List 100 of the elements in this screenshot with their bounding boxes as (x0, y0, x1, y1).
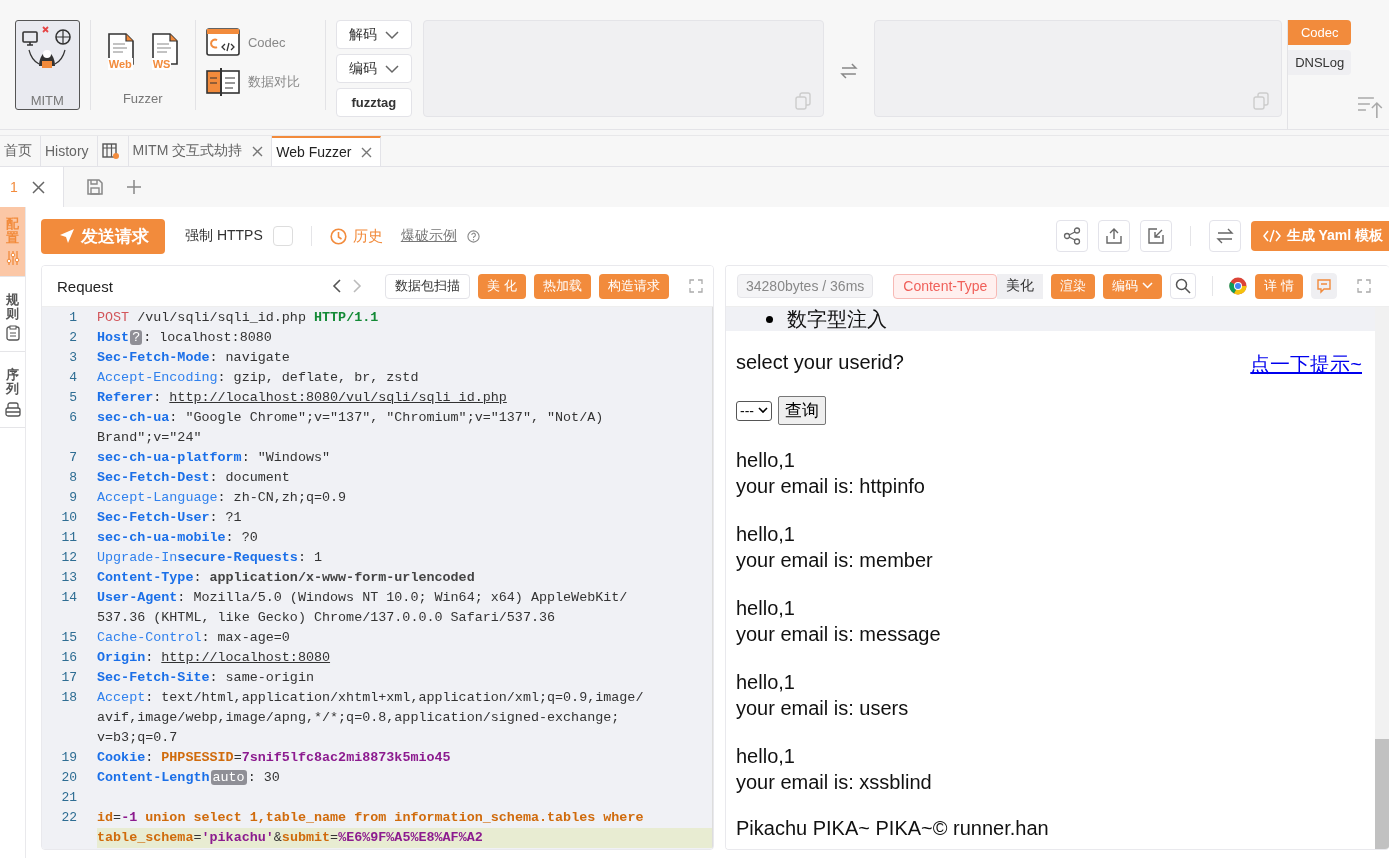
line-number: 21 (60, 789, 78, 807)
code-line: Origin: http://localhost:8080 (97, 650, 331, 665)
fuzzer-label: Fuzzer (122, 91, 163, 106)
code-line: Accept: text/html,application/xhtml+xml,application/xml;q=0.9,image/ (97, 690, 644, 705)
greeting-text: hello,1 (736, 522, 796, 547)
chevron-left-icon[interactable] (331, 278, 344, 294)
tab[interactable]: History (41, 136, 98, 166)
email-text: your email is: member (736, 548, 934, 573)
code-line: Sec-Fetch-Dest: document (97, 470, 290, 485)
tool-item[interactable]: 数据对比 (205, 68, 316, 96)
codec-button[interactable]: fuzztag (336, 88, 412, 117)
request-action-button[interactable]: 美 化 (478, 273, 526, 299)
mitm-tool[interactable]: MITM (15, 20, 80, 110)
encoding-dropdown[interactable]: 编码 (1103, 273, 1163, 299)
code-line: Sec-Fetch-Site: same-origin (97, 670, 314, 685)
swap-icon[interactable] (840, 62, 859, 80)
tab[interactable]: 首页 (0, 136, 41, 166)
help-icon[interactable] (466, 229, 480, 243)
line-number: 20 (60, 769, 78, 787)
side-panel-tab[interactable]: 规则 (0, 282, 25, 353)
close-icon[interactable] (361, 146, 373, 158)
code-line: sec-ch-ua-mobile: ?0 (97, 530, 258, 545)
https-label: 强制 HTTPS (185, 227, 263, 245)
codec-button[interactable]: 编码 (336, 54, 412, 83)
response-action-button[interactable]: 渲染 (1051, 273, 1096, 299)
import-button[interactable] (1139, 220, 1172, 252)
close-icon[interactable] (252, 145, 264, 157)
response-action-button[interactable]: 美化 (997, 273, 1044, 299)
code-line: Content-Type: application/x-www-form-urlencoded (97, 570, 475, 585)
save-icon[interactable] (86, 178, 104, 196)
fullscreen-icon[interactable] (689, 279, 703, 293)
codec-button[interactable]: 解码 (336, 20, 412, 49)
export-button[interactable] (1097, 220, 1130, 252)
userid-select[interactable]: --- (736, 400, 772, 421)
details-button[interactable]: 详 情 (1255, 273, 1303, 299)
generate-yaml-button[interactable]: 生成 Yaml 模板 (1250, 221, 1389, 251)
search-button[interactable] (1170, 273, 1197, 299)
paper-plane-icon (59, 228, 75, 244)
request-action-button[interactable]: 构造请求 (599, 273, 669, 299)
line-number: 11 (60, 529, 78, 547)
line-number: 8 (68, 469, 78, 487)
swap-button[interactable] (1208, 220, 1241, 252)
example-link[interactable]: 爆破示例 (400, 227, 457, 245)
email-text: your email is: users (736, 696, 910, 721)
chevron-down-icon (1142, 282, 1154, 290)
greeting-text: hello,1 (736, 596, 796, 621)
line-number: 22 (60, 809, 78, 827)
https-checkbox[interactable] (272, 226, 293, 246)
prompt-text: select your userid? (736, 351, 904, 375)
code-icon (1262, 229, 1281, 243)
code-line: v=b3;q=0.7 (97, 730, 178, 745)
send-request-button[interactable]: 发送请求 (41, 218, 165, 254)
close-icon[interactable] (31, 180, 45, 194)
clipboard-icon (5, 325, 20, 342)
code-line: Referer: http://localhost:8080/vul/sqli/sqli_id.php (97, 390, 507, 405)
line-number: 5 (68, 389, 78, 407)
request-action-button[interactable]: 数据包扫描 (385, 273, 471, 299)
code-line: 537.36 (KHTML, like Gecko) Chrome/137.0.0.0 Safari/537.36 (97, 610, 556, 625)
add-icon[interactable] (126, 179, 142, 195)
share-button[interactable] (1055, 220, 1088, 252)
side-panel-tab[interactable]: 序列 (0, 358, 25, 428)
hint-link[interactable]: 点一下提示~ (1250, 351, 1362, 378)
scrollbar[interactable] (1375, 307, 1389, 849)
side-tab[interactable]: DNSLog (1288, 50, 1352, 75)
line-number: 15 (60, 629, 78, 647)
code-line: POST /vul/sqli/sqli_id.php HTTP/1.1 (97, 310, 379, 325)
code-line: Sec-Fetch-User: ?1 (97, 510, 242, 525)
comment-button[interactable] (1311, 273, 1337, 299)
line-number: 4 (68, 369, 78, 387)
input-area[interactable] (422, 20, 825, 117)
code-line: Host ? : localhost:8080 (97, 330, 272, 345)
tool-item[interactable]: Codec (205, 28, 316, 56)
response-action-button[interactable]: Content-Type (893, 273, 998, 299)
request-action-button[interactable]: 热加载 (534, 273, 591, 299)
search-icon (1175, 278, 1192, 294)
line-number: 6 (68, 409, 78, 427)
side-tab[interactable]: Codec (1288, 20, 1352, 45)
code-line: User-Agent: Mozilla/5.0 (Windows NT 10.0; Win64; x64) AppleWebKit/ (97, 590, 628, 605)
tab[interactable]: Web Fuzzer (272, 136, 382, 166)
query-button[interactable]: 查询 (778, 396, 826, 425)
history-button[interactable]: 历史 (329, 226, 383, 246)
share-icon (1062, 227, 1081, 245)
comment-icon (1316, 278, 1332, 294)
chevron-right-icon[interactable] (351, 278, 364, 294)
code-line: Content-Length auto : 30 (97, 770, 280, 785)
line-number: 19 (60, 749, 78, 767)
fullscreen-icon[interactable] (1357, 279, 1371, 293)
download-icon (1146, 227, 1165, 245)
email-text: your email is: httpinfo (736, 474, 926, 499)
sort-icon[interactable] (1357, 95, 1383, 119)
code-line: Cache-Control: max-age=0 (97, 630, 290, 645)
line-number: 9 (68, 489, 78, 507)
chevron-down-icon (758, 407, 768, 414)
response-stats: 34280bytes / 36ms (737, 274, 874, 298)
browser-icon[interactable] (1229, 277, 1248, 295)
fuzzer-tab[interactable]: 1 (0, 167, 64, 207)
code-line: Brand";v="24" (97, 430, 202, 445)
compare-icon (205, 68, 240, 96)
greeting-text: hello,1 (736, 744, 796, 769)
code-line: avif,image/webp,image/apng,*/*;q=0.8,application/signed-exchange; (97, 710, 620, 725)
